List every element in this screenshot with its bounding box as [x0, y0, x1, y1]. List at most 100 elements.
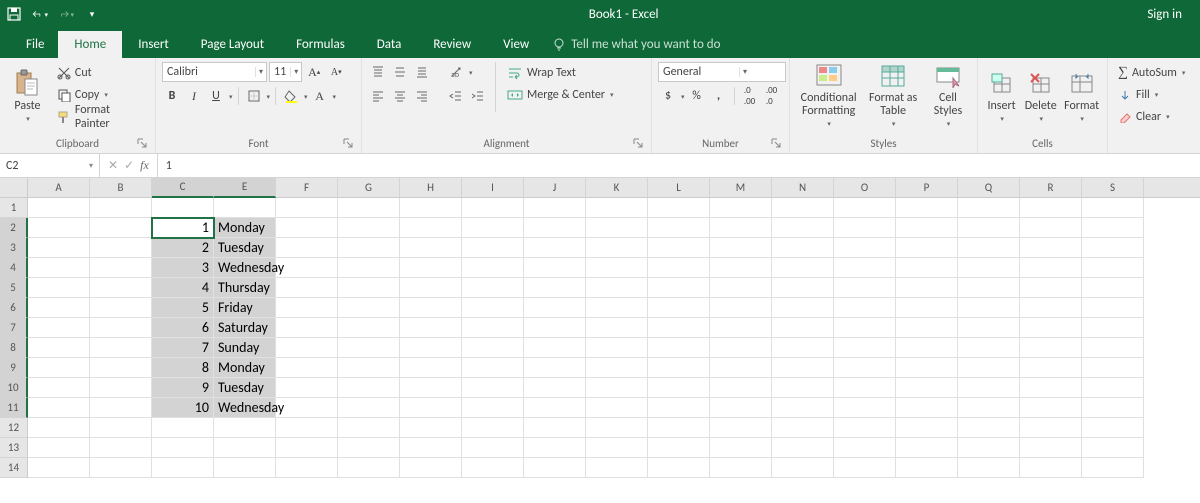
- cell-S3[interactable]: [1082, 238, 1144, 258]
- cell-R8[interactable]: [1020, 338, 1082, 358]
- bold-button[interactable]: B: [162, 86, 182, 106]
- qat-customize-icon[interactable]: ▾: [84, 6, 100, 22]
- column-header-A[interactable]: A: [28, 178, 90, 197]
- cell-N6[interactable]: [772, 298, 834, 318]
- cell-Q8[interactable]: [958, 338, 1020, 358]
- increase-decimal-icon[interactable]: .0.00: [740, 86, 760, 106]
- cell-A14[interactable]: [28, 458, 90, 478]
- cell-E1[interactable]: [214, 198, 276, 218]
- cell-S2[interactable]: [1082, 218, 1144, 238]
- format-cells-button[interactable]: Format▾: [1062, 62, 1101, 128]
- column-header-S[interactable]: S: [1082, 178, 1144, 197]
- cell-C2[interactable]: 1: [152, 218, 214, 238]
- cell-O14[interactable]: [834, 458, 896, 478]
- cell-F1[interactable]: [276, 198, 338, 218]
- cell-P14[interactable]: [896, 458, 958, 478]
- cell-I2[interactable]: [462, 218, 524, 238]
- cell-R5[interactable]: [1020, 278, 1082, 298]
- cell-A10[interactable]: [28, 378, 90, 398]
- cell-I10[interactable]: [462, 378, 524, 398]
- cell-G6[interactable]: [338, 298, 400, 318]
- undo-icon[interactable]: ▾: [32, 6, 48, 22]
- redo-icon[interactable]: ▾: [58, 6, 74, 22]
- cell-B4[interactable]: [90, 258, 152, 278]
- dialog-launcher-icon[interactable]: [633, 138, 645, 150]
- cell-I12[interactable]: [462, 418, 524, 438]
- cell-K14[interactable]: [586, 458, 648, 478]
- tab-page-layout[interactable]: Page Layout: [185, 31, 280, 58]
- cell-B14[interactable]: [90, 458, 152, 478]
- cell-K4[interactable]: [586, 258, 648, 278]
- cell-P5[interactable]: [896, 278, 958, 298]
- percent-format-icon[interactable]: %: [687, 86, 707, 106]
- cell-A1[interactable]: [28, 198, 90, 218]
- cell-R9[interactable]: [1020, 358, 1082, 378]
- cancel-formula-icon[interactable]: ✕: [108, 158, 118, 173]
- tab-home[interactable]: Home: [58, 31, 122, 58]
- column-header-E[interactable]: E: [214, 178, 276, 198]
- cell-I7[interactable]: [462, 318, 524, 338]
- cell-A2[interactable]: [28, 218, 90, 238]
- cell-O13[interactable]: [834, 438, 896, 458]
- cell-K11[interactable]: [586, 398, 648, 418]
- cell-O6[interactable]: [834, 298, 896, 318]
- conditional-formatting-button[interactable]: Conditional Formatting▾: [796, 62, 861, 128]
- cell-G13[interactable]: [338, 438, 400, 458]
- cell-Q9[interactable]: [958, 358, 1020, 378]
- cell-A12[interactable]: [28, 418, 90, 438]
- cell-E14[interactable]: [214, 458, 276, 478]
- cell-K10[interactable]: [586, 378, 648, 398]
- cell-R11[interactable]: [1020, 398, 1082, 418]
- column-header-B[interactable]: B: [90, 178, 152, 197]
- cell-O1[interactable]: [834, 198, 896, 218]
- cell-Q6[interactable]: [958, 298, 1020, 318]
- cell-H12[interactable]: [400, 418, 462, 438]
- cell-A6[interactable]: [28, 298, 90, 318]
- font-name-combo[interactable]: Calibri▾: [162, 62, 267, 82]
- column-header-G[interactable]: G: [338, 178, 400, 197]
- cell-K5[interactable]: [586, 278, 648, 298]
- cell-S7[interactable]: [1082, 318, 1144, 338]
- cell-S14[interactable]: [1082, 458, 1144, 478]
- cell-R13[interactable]: [1020, 438, 1082, 458]
- cell-H11[interactable]: [400, 398, 462, 418]
- cell-P9[interactable]: [896, 358, 958, 378]
- cell-I13[interactable]: [462, 438, 524, 458]
- column-header-F[interactable]: F: [276, 178, 338, 197]
- cell-F3[interactable]: [276, 238, 338, 258]
- column-header-K[interactable]: K: [586, 178, 648, 197]
- save-icon[interactable]: [6, 6, 22, 22]
- cell-N5[interactable]: [772, 278, 834, 298]
- row-header-14[interactable]: 14: [0, 458, 27, 478]
- increase-font-icon[interactable]: A▴: [304, 62, 324, 82]
- decrease-font-icon[interactable]: A▾: [326, 62, 346, 82]
- clear-button[interactable]: Clear▾: [1114, 106, 1189, 127]
- enter-formula-icon[interactable]: ✓: [124, 158, 134, 173]
- cell-G1[interactable]: [338, 198, 400, 218]
- tab-file[interactable]: File: [12, 31, 58, 58]
- cell-P1[interactable]: [896, 198, 958, 218]
- cell-E12[interactable]: [214, 418, 276, 438]
- borders-button[interactable]: [244, 86, 264, 106]
- cell-C9[interactable]: 8: [152, 358, 214, 378]
- cell-E5[interactable]: Thursday: [214, 278, 276, 298]
- cell-J12[interactable]: [524, 418, 586, 438]
- cell-B6[interactable]: [90, 298, 152, 318]
- cell-K2[interactable]: [586, 218, 648, 238]
- cell-O7[interactable]: [834, 318, 896, 338]
- cell-S10[interactable]: [1082, 378, 1144, 398]
- fill-color-button[interactable]: [281, 86, 301, 106]
- cell-H2[interactable]: [400, 218, 462, 238]
- column-header-Q[interactable]: Q: [958, 178, 1020, 197]
- column-header-L[interactable]: L: [648, 178, 710, 197]
- cell-M11[interactable]: [710, 398, 772, 418]
- cell-F4[interactable]: [276, 258, 338, 278]
- cell-R10[interactable]: [1020, 378, 1082, 398]
- cell-M7[interactable]: [710, 318, 772, 338]
- cell-S1[interactable]: [1082, 198, 1144, 218]
- cell-J9[interactable]: [524, 358, 586, 378]
- cell-M12[interactable]: [710, 418, 772, 438]
- cell-G5[interactable]: [338, 278, 400, 298]
- cell-F14[interactable]: [276, 458, 338, 478]
- cell-K1[interactable]: [586, 198, 648, 218]
